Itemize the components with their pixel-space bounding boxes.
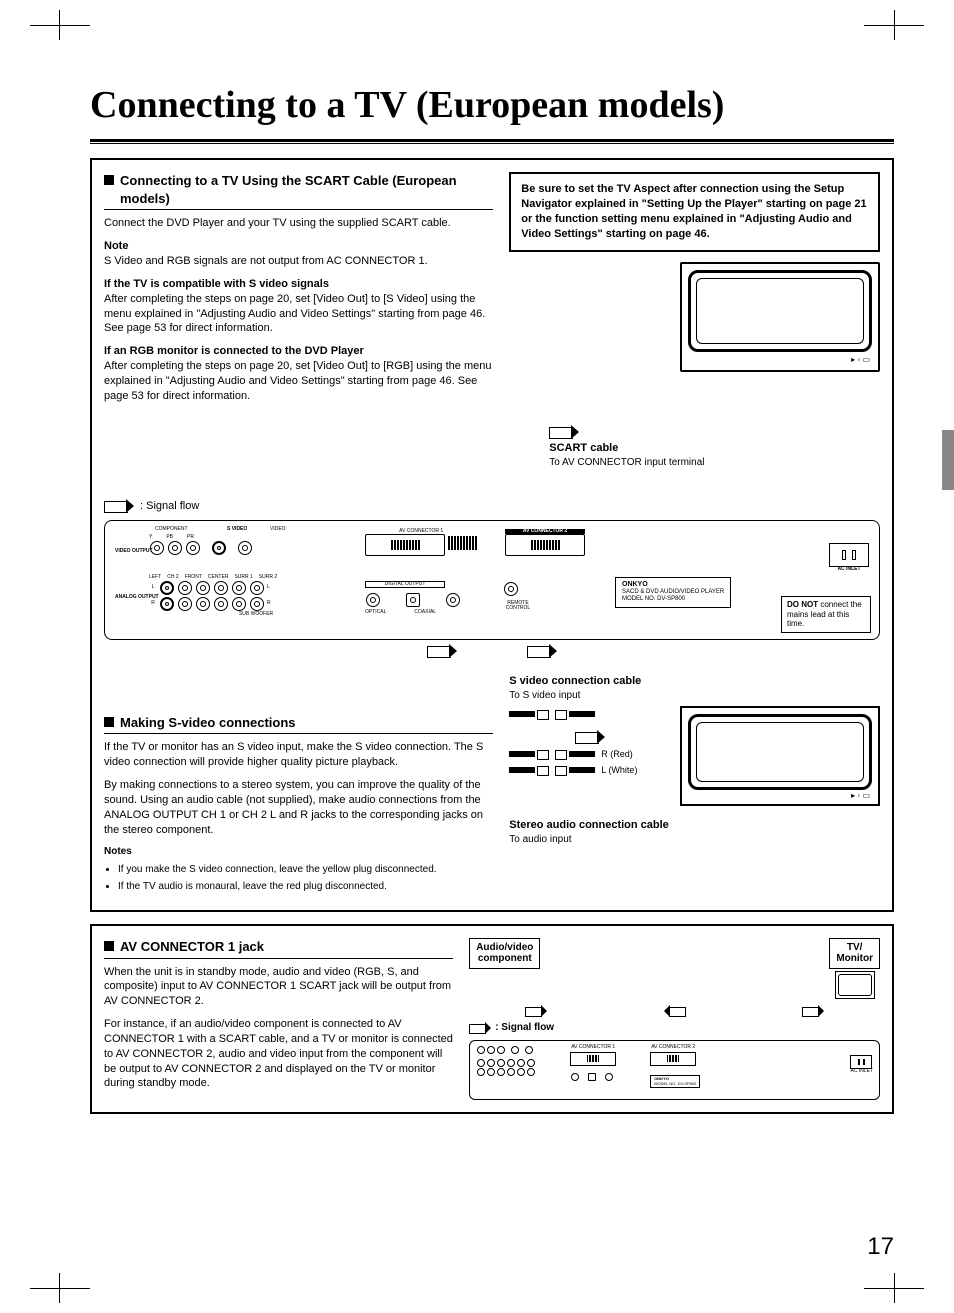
note-item: If you make the S video connection, leav… — [118, 863, 493, 877]
avc1-p2: For instance, if an audio/video componen… — [104, 1017, 453, 1091]
tv-monitor-box: TV/Monitor — [829, 938, 880, 969]
scart-cable-sub: To AV CONNECTOR input terminal — [549, 457, 704, 468]
svideo-p1: If the TV or monitor has an S video inpu… — [104, 740, 493, 770]
sub1: If the TV is compatible with S video sig… — [104, 277, 493, 336]
sub2-head: If an RGB monitor is connected to the DV… — [104, 345, 364, 357]
section-tab — [942, 430, 954, 490]
mini-rear-panel: AV CONNECTOR 1 AV CONNECTOR 2 ONKYO MODE… — [469, 1040, 880, 1100]
svideo-p2: By making connections to a stereo system… — [104, 778, 493, 837]
scart-cable-label: SCART cable — [549, 442, 618, 454]
tv-illustration: ▸ ◦ ▭ — [680, 706, 880, 806]
sub2-body: After completing the steps on page 20, s… — [104, 360, 491, 402]
plug-icon — [509, 710, 549, 718]
sub1-body: After completing the steps on page 20, s… — [104, 293, 485, 335]
arrow-icon — [549, 427, 579, 437]
arrow-icon — [427, 646, 457, 656]
do-not-connect-note: DO NOT connect the mains lead at this ti… — [781, 596, 871, 633]
label-video: VIDEO — [270, 527, 286, 532]
intro-text: Connect the DVD Player and your TV using… — [104, 216, 493, 231]
label-component: COMPONENT — [155, 527, 188, 532]
arrow-icon — [469, 1024, 491, 1032]
square-bullet-icon — [104, 717, 114, 727]
signal-flow-text: : Signal flow — [495, 1021, 554, 1035]
note-label: Note — [104, 240, 128, 252]
model-line: SACD & DVD AUDIO/VIDEO PLAYER — [622, 589, 724, 596]
stereo-cable-sub: To audio input — [509, 834, 571, 845]
label-video-output: VIDEO OUTPUT — [115, 549, 153, 554]
note-body: S Video and RGB signals are not output f… — [104, 255, 428, 267]
rear-panel-diagram: VIDEO OUTPUT ANALOG OUTPUT COMPONENT S V… — [104, 520, 880, 640]
arrow-icon — [525, 1007, 547, 1015]
tv-illustration: ▸ ◦ ▭ — [680, 262, 880, 372]
heading-text: Connecting to a TV Using the SCART Cable… — [120, 172, 493, 207]
main-box-2: AV CONNECTOR 1 jack When the unit is in … — [90, 924, 894, 1115]
main-box-1: Connecting to a TV Using the SCART Cable… — [90, 158, 894, 912]
ac-inlet-icon — [829, 543, 869, 567]
note-block: Note S Video and RGB signals are not out… — [104, 239, 493, 269]
square-bullet-icon — [104, 175, 114, 185]
heading-text: Making S-video connections — [120, 714, 296, 732]
model-no: MODEL NO. DV-SP800 — [622, 596, 685, 602]
title-rule — [90, 139, 894, 144]
tv-small-icon — [835, 971, 875, 999]
arrow-icon — [664, 1007, 686, 1015]
rca-white-label: L (White) — [601, 764, 637, 776]
section-svideo-heading: Making S-video connections — [104, 714, 493, 735]
svideo-cable-sub: To S video input — [509, 690, 580, 701]
label-svideo: S VIDEO — [227, 527, 247, 532]
arrow-icon — [527, 646, 557, 656]
plug-icon — [555, 710, 595, 718]
section-avc1-heading: AV CONNECTOR 1 jack — [104, 938, 453, 959]
arrow-icon — [575, 732, 605, 742]
aspect-note-box: Be sure to set the TV Aspect after conne… — [509, 172, 880, 251]
signal-flow-legend: : Signal flow — [104, 499, 880, 514]
plug-icon — [555, 750, 595, 758]
sub1-head: If the TV is compatible with S video sig… — [104, 278, 329, 290]
note-item: If the TV audio is monaural, leave the r… — [118, 880, 493, 894]
square-bullet-icon — [104, 941, 114, 951]
signal-flow-text: : Signal flow — [140, 499, 199, 514]
notes-list: If you make the S video connection, leav… — [104, 863, 493, 894]
sub2: If an RGB monitor is connected to the DV… — [104, 344, 493, 403]
rca-red-label: R (Red) — [601, 748, 633, 760]
section-scart-heading: Connecting to a TV Using the SCART Cable… — [104, 172, 493, 210]
avc1-p1: When the unit is in standby mode, audio … — [104, 965, 453, 1010]
stereo-cable-label: Stereo audio connection cable — [509, 819, 669, 831]
notes-label: Notes — [104, 845, 493, 859]
plug-icon — [509, 766, 549, 774]
label-ac-inlet: AC INLET — [829, 567, 869, 572]
page-title: Connecting to a TV (European models) — [90, 80, 894, 131]
svideo-cable-label: S video connection cable — [509, 675, 641, 687]
brand-label: ONKYO — [622, 581, 724, 589]
plug-icon — [555, 766, 595, 774]
arrow-icon — [802, 1007, 824, 1015]
av-component-box: Audio/videocomponent — [469, 938, 540, 969]
page-number: 17 — [867, 1231, 894, 1263]
plug-icon — [509, 750, 549, 758]
heading-text: AV CONNECTOR 1 jack — [120, 938, 264, 956]
label-digital-output: DIGITAL OUTPUT — [365, 581, 445, 588]
arrow-icon — [104, 501, 134, 511]
